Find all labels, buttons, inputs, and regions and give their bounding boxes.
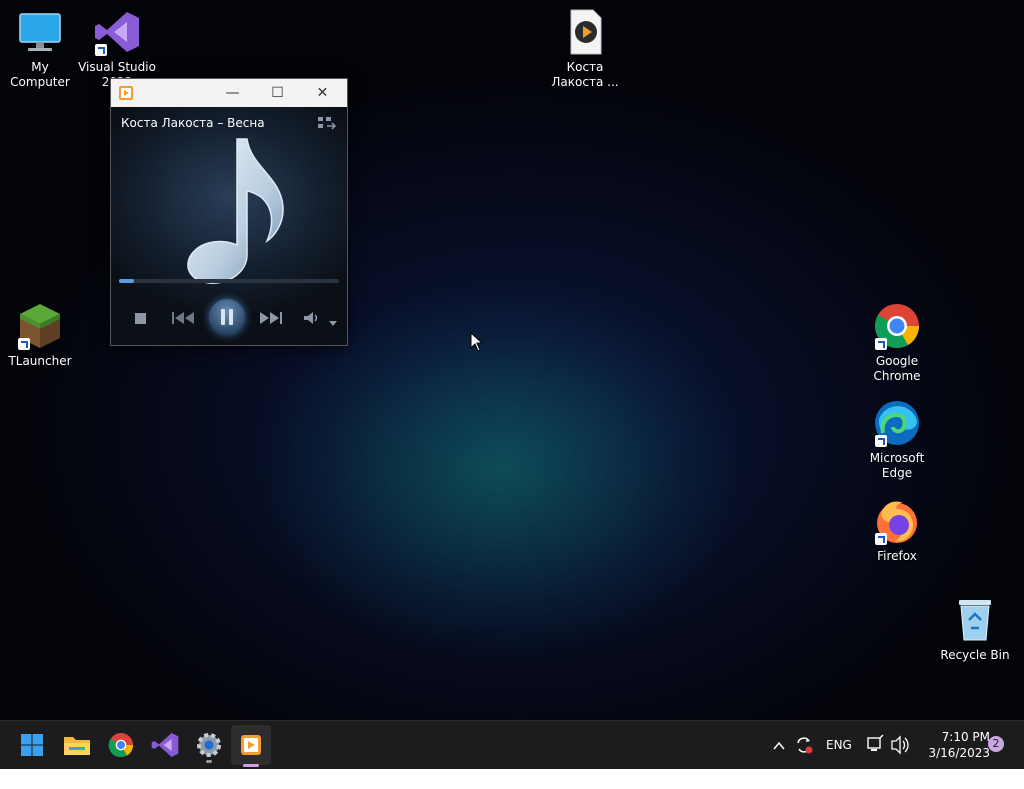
seek-bar-progress [119,279,134,283]
taskbar-file-explorer[interactable] [61,729,93,761]
active-indicator [243,764,259,767]
gear-icon [197,733,221,757]
maximize-button[interactable]: ☐ [255,79,300,107]
sync-status-icon[interactable] [794,721,814,769]
shortcut-arrow-icon [875,533,887,545]
grass-block-icon [16,302,64,350]
taskbar: ENG 7:10 PM 3/16/2023 [0,720,1024,769]
chrome-icon [108,733,134,758]
start-button[interactable] [16,729,48,761]
switch-to-library-icon[interactable] [317,115,337,135]
shortcut-arrow-icon [875,435,887,447]
volume-dropdown-icon[interactable] [329,315,337,331]
recycle-bin-icon [951,596,999,644]
volume-icon[interactable] [303,311,321,329]
running-indicator [206,760,212,763]
visual-studio-icon [93,8,141,56]
shortcut-arrow-icon [18,338,30,350]
volume-icon[interactable] [890,721,910,769]
minimize-button[interactable]: — [210,79,255,107]
chevron-up-icon [773,741,785,750]
previous-button[interactable] [171,311,197,329]
desktop-icon-google-chrome[interactable]: Google Chrome [857,302,937,384]
close-button[interactable]: ✕ [300,79,345,107]
edge-icon [873,399,921,447]
folder-icon [64,737,90,755]
language-indicator[interactable]: ENG [826,721,852,769]
desktop-icon-audio-file[interactable]: Коста Лакоста ... [545,8,625,90]
taskbar-google-chrome[interactable] [105,729,137,761]
show-hidden-icons-button[interactable] [772,721,786,769]
desktop-icon-microsoft-edge[interactable]: Microsoft Edge [857,399,937,481]
seek-bar[interactable] [119,279,339,283]
visual-studio-icon [151,733,179,757]
media-player-icon [241,735,261,755]
taskbar-settings[interactable] [193,729,225,763]
track-title: Коста Лакоста – Весна [121,116,265,130]
title-bar[interactable]: — ☐ ✕ [111,79,347,107]
desktop-icon-label: Microsoft Edge [869,451,925,480]
desktop-icon-label: Google Chrome [873,354,921,383]
desktop: My Computer Visual Studio 2022 Коста Лак… [0,0,1024,720]
desktop-icon-label: Firefox [877,549,917,563]
taskbar-visual-studio[interactable] [149,729,181,761]
notification-badge[interactable]: 2 [988,736,1004,752]
media-player-window[interactable]: — ☐ ✕ Коста Лакоста – Весна [110,78,348,346]
desktop-icon-my-computer[interactable]: My Computer [0,8,80,90]
clock-time: 7:10 PM [941,730,990,744]
desktop-icon-label: Коста Лакоста ... [551,60,619,89]
clock-date: 3/16/2023 [928,746,990,760]
taskbar-media-player[interactable] [231,725,271,767]
desktop-icon-label: My Computer [10,60,70,89]
desktop-icon-tlauncher[interactable]: TLauncher [0,302,80,369]
audio-file-icon [561,8,609,56]
next-button[interactable] [258,311,284,329]
desktop-icon-firefox[interactable]: Firefox [857,497,937,564]
desktop-icon-recycle-bin[interactable]: Recycle Bin [935,596,1015,663]
network-icon[interactable] [866,721,884,769]
desktop-icon-label: Recycle Bin [940,648,1010,662]
stop-button[interactable] [135,313,147,329]
shortcut-arrow-icon [95,44,107,56]
chrome-icon [873,302,921,350]
monitor-icon [16,8,64,56]
media-player-app-icon [118,85,134,101]
mouse-cursor-icon [470,331,484,356]
windows-logo-icon [21,734,43,756]
clock[interactable]: 7:10 PM 3/16/2023 [918,729,990,761]
now-playing-panel: Коста Лакоста – Весна [111,107,347,345]
desktop-icon-label: TLauncher [8,354,72,368]
firefox-icon [873,497,921,545]
pause-button[interactable] [209,299,245,335]
shortcut-arrow-icon [875,338,887,350]
music-note-icon [181,137,291,291]
